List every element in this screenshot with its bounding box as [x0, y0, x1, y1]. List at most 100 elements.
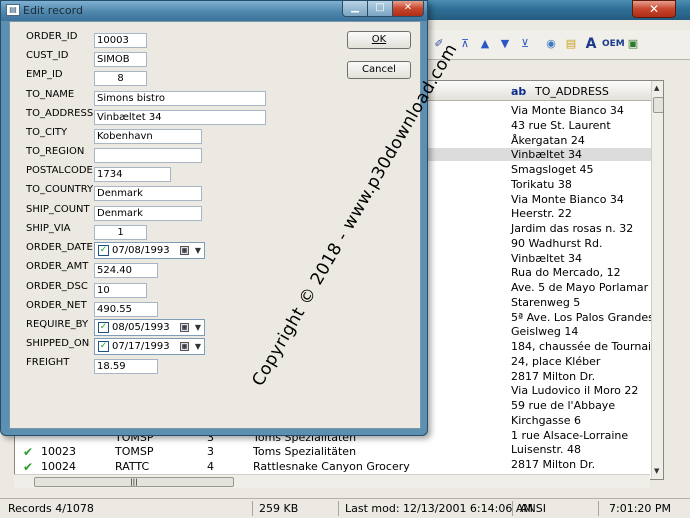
status-last-mod: Last mod: 12/13/2001 6:14:06 AM [345, 502, 533, 515]
ship-via-field[interactable]: 1 [94, 225, 147, 240]
cell-address[interactable]: Via Monte Bianco 34 [511, 104, 624, 117]
cell-address[interactable]: 59 rue de l'Abbaye [511, 399, 615, 412]
require-by-value: 08/05/1993 [112, 322, 170, 333]
cell-address[interactable]: 184, chaussée de Tournai [511, 340, 651, 353]
to-city-field[interactable]: Kobenhavn [94, 129, 202, 144]
label-to-city: TO_CITY [26, 127, 68, 138]
cell-address[interactable]: 24, place Kléber [511, 355, 600, 368]
shipped-on-checkbox[interactable]: ✓ [98, 341, 109, 352]
cell-address[interactable]: Via Monte Bianco 34 [511, 193, 624, 206]
label-postalcode: POSTALCODE [26, 165, 93, 176]
dialog-titlebar[interactable]: ▤ Edit record ▁ □ ✕ [1, 1, 427, 21]
freight-field[interactable]: 18.59 [94, 359, 158, 374]
cust-id-field[interactable]: SIMOB [94, 52, 147, 67]
require-by-checkbox[interactable]: ✓ [98, 322, 109, 333]
postalcode-field[interactable]: 1734 [94, 167, 171, 182]
require-by-picker[interactable]: ✓ 08/05/1993 ▦ ▼ [94, 319, 205, 336]
check-icon: ✔ [23, 460, 34, 474]
last-record-icon[interactable]: ⊻ [518, 37, 532, 51]
cell-address[interactable]: Starenweg 5 [511, 296, 580, 309]
scroll-up-icon[interactable]: ▲ [654, 84, 659, 92]
prev-record-icon[interactable]: ▲ [478, 37, 492, 51]
order-dsc-field[interactable]: 10 [94, 283, 147, 298]
to-region-field[interactable] [94, 148, 202, 163]
export-icon[interactable]: ▣ [626, 37, 640, 51]
to-country-field[interactable]: Denmark [94, 186, 202, 201]
shipped-on-picker[interactable]: ✓ 07/17/1993 ▦ ▼ [94, 338, 205, 355]
label-ship-count: SHIP_COUNT [26, 204, 90, 215]
label-order-dsc: ORDER_DSC [26, 281, 88, 292]
cell-address[interactable]: Åkergatan 24 [511, 134, 585, 147]
cell-address[interactable]: Jardim das rosas n. 32 [511, 222, 633, 235]
cell-cust-id: TOMSP [115, 445, 154, 458]
font-icon[interactable]: A [584, 37, 598, 51]
status-size: 259 KB [259, 502, 299, 515]
next-record-icon[interactable]: ▼ [498, 37, 512, 51]
status-encoding: ANSI [520, 502, 546, 515]
close-button[interactable]: ✕ [392, 1, 424, 17]
chevron-down-icon[interactable]: ▼ [195, 320, 201, 335]
vertical-scrollbar[interactable]: ▲ ▼ [651, 81, 663, 479]
label-order-net: ORDER_NET [26, 300, 87, 311]
maximize-button[interactable]: □ [367, 1, 393, 17]
oem-icon[interactable]: OEM [602, 37, 625, 51]
cell-address[interactable]: Vinbæltet 34 [511, 252, 582, 265]
globe-icon[interactable]: ◉ [544, 37, 558, 51]
cell-address[interactable]: Kirchgasse 6 [511, 414, 581, 427]
calendar-icon[interactable]: ▦ [180, 323, 189, 332]
cell-emp-id: 3 [207, 445, 214, 458]
emp-id-field[interactable]: 8 [94, 71, 147, 86]
shipped-on-value: 07/17/1993 [112, 341, 170, 352]
label-to-region: TO_REGION [26, 146, 85, 157]
chevron-down-icon[interactable]: ▼ [195, 243, 201, 258]
label-to-name: TO_NAME [26, 89, 75, 100]
column-header-to-address[interactable]: TO_ADDRESS [535, 85, 609, 98]
cell-cust-id: RATTC [115, 460, 150, 473]
scroll-thumb[interactable]: ||| [34, 477, 234, 487]
main-close-button[interactable]: ✕ [632, 0, 676, 18]
horizontal-scrollbar[interactable]: ||| [14, 474, 650, 488]
cell-address[interactable]: Geislweg 14 [511, 325, 578, 338]
cancel-button[interactable]: Cancel [347, 61, 411, 79]
cell-address[interactable]: Via Ludovico il Moro 22 [511, 384, 638, 397]
table-row[interactable]: ✔ 10023 TOMSP 3 Toms Spezialitäten [15, 445, 651, 460]
cell-address[interactable]: Smagsloget 45 [511, 163, 594, 176]
scroll-down-icon[interactable]: ▼ [654, 467, 659, 475]
cell-emp-id: 4 [207, 460, 214, 473]
cell-address[interactable]: Rua do Mercado, 12 [511, 266, 621, 279]
cell-address[interactable]: 5ª Ave. Los Palos Grandes [511, 311, 654, 324]
cell-to-name: Rattlesnake Canyon Grocery [253, 460, 410, 473]
cell-address[interactable]: Ave. 5 de Mayo Porlamar [511, 281, 648, 294]
order-amt-field[interactable]: 524.40 [94, 263, 158, 278]
label-require-by: REQUIRE_BY [26, 319, 89, 330]
notes-icon[interactable]: ▤ [564, 37, 578, 51]
label-shipped-on: SHIPPED_ON [26, 338, 90, 349]
ok-button[interactable]: OK [347, 31, 411, 49]
cell-address[interactable]: Heerstr. 22 [511, 207, 572, 220]
order-id-field[interactable]: 10003 [94, 33, 147, 48]
label-order-id: ORDER_ID [26, 31, 78, 42]
cell-address[interactable]: 90 Wadhurst Rd. [511, 237, 603, 250]
scroll-thumb[interactable] [653, 97, 663, 113]
order-net-field[interactable]: 490.55 [94, 302, 158, 317]
chevron-down-icon[interactable]: ▼ [195, 339, 201, 354]
cell-address[interactable]: 2817 Milton Dr. [511, 370, 595, 383]
to-address-field[interactable]: Vinbæltet 34 [94, 110, 266, 125]
calendar-icon[interactable]: ▦ [180, 246, 189, 255]
order-date-checkbox[interactable]: ✓ [98, 245, 109, 256]
cell-address[interactable]: Torikatu 38 [511, 178, 572, 191]
label-cust-id: CUST_ID [26, 50, 69, 61]
ship-count-field[interactable]: Denmark [94, 206, 202, 221]
to-name-field[interactable]: Simons bistro [94, 91, 266, 106]
order-date-value: 07/08/1993 [112, 245, 170, 256]
check-icon: ✔ [23, 445, 34, 459]
status-records: Records 4/1078 [8, 502, 94, 515]
calendar-icon[interactable]: ▦ [180, 342, 189, 351]
cell-address[interactable]: 43 rue St. Laurent [511, 119, 611, 132]
cell-order-id: 10024 [41, 460, 76, 473]
dialog-title: Edit record [23, 4, 83, 17]
minimize-button[interactable]: ▁ [342, 1, 368, 17]
table-row[interactable]: ✔ 10024 RATTC 4 Rattlesnake Canyon Groce… [15, 460, 651, 475]
order-date-picker[interactable]: ✓ 07/08/1993 ▦ ▼ [94, 242, 205, 259]
dialog-window-icon: ▤ [6, 4, 20, 16]
